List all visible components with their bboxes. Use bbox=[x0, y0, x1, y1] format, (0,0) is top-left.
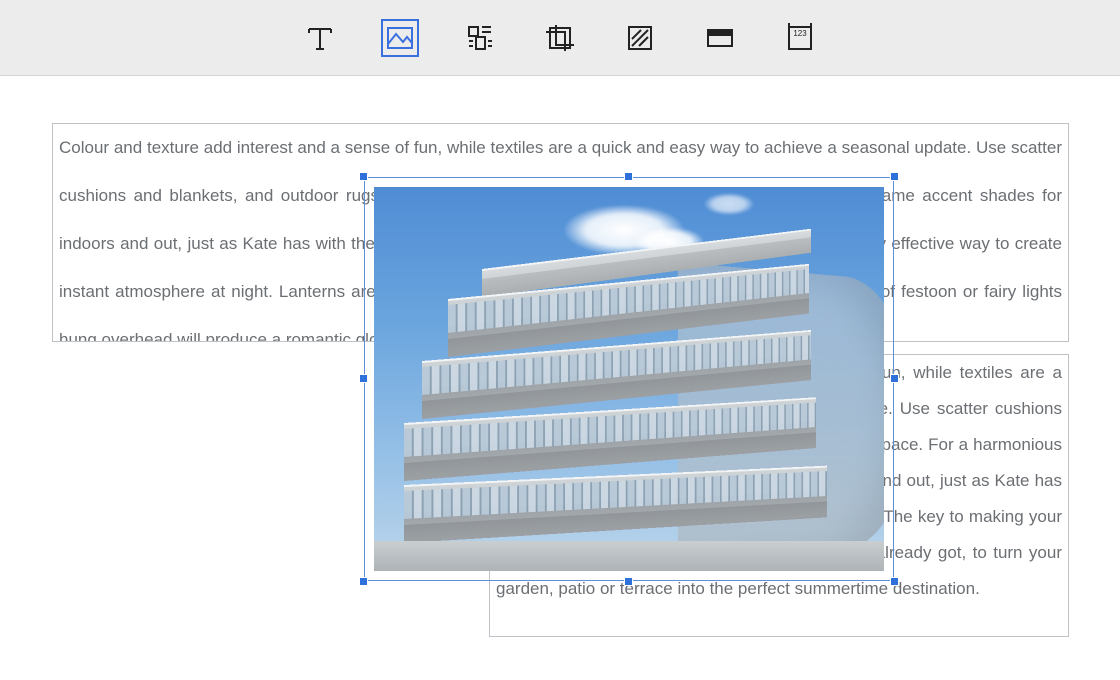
resize-handle-middle-left[interactable] bbox=[359, 374, 368, 383]
resize-handle-top-left[interactable] bbox=[359, 172, 368, 181]
svg-text:123: 123 bbox=[793, 29, 807, 38]
frame-tool-button[interactable] bbox=[701, 19, 739, 57]
frame-num-icon: 123 bbox=[785, 23, 815, 53]
wrap-icon bbox=[465, 23, 495, 53]
document-canvas[interactable]: Colour and texture add interest and a se… bbox=[0, 76, 1120, 680]
formatting-toolbar: 123 bbox=[0, 0, 1120, 76]
selected-image[interactable] bbox=[364, 177, 894, 581]
frame-icon bbox=[705, 23, 735, 53]
resize-handle-bottom-middle[interactable] bbox=[624, 577, 633, 586]
place-image-tool-button[interactable] bbox=[381, 19, 419, 57]
image-icon bbox=[385, 23, 415, 53]
resize-handle-bottom-right[interactable] bbox=[890, 577, 899, 586]
text-tool-button[interactable] bbox=[301, 19, 339, 57]
image-content bbox=[374, 187, 884, 571]
crop-tool-button[interactable] bbox=[541, 19, 579, 57]
crop-icon bbox=[545, 23, 575, 53]
fill-icon bbox=[625, 23, 655, 53]
resize-handle-bottom-left[interactable] bbox=[359, 577, 368, 586]
resize-handle-top-right[interactable] bbox=[890, 172, 899, 181]
resize-handle-middle-right[interactable] bbox=[890, 374, 899, 383]
resize-handle-top-middle[interactable] bbox=[624, 172, 633, 181]
fill-tool-button[interactable] bbox=[621, 19, 659, 57]
frame-options-tool-button[interactable]: 123 bbox=[781, 19, 819, 57]
text-wrap-tool-button[interactable] bbox=[461, 19, 499, 57]
text-icon bbox=[305, 23, 335, 53]
